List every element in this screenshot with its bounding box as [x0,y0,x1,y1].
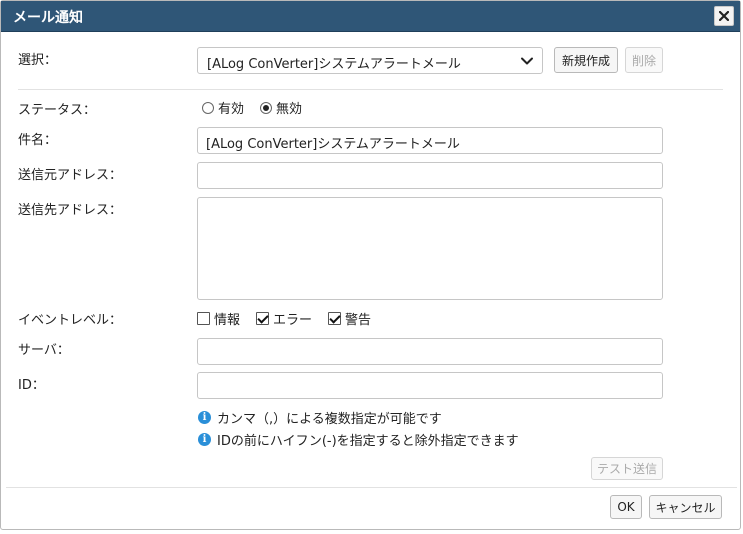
event-warning-checkbox[interactable] [328,312,342,325]
ok-button[interactable]: OK [610,495,642,519]
info-note-2-text: IDの前にハイフン(-)を指定すると除外指定できます [217,434,519,449]
delete-button[interactable]: 削除 [625,47,663,73]
id-input[interactable] [197,372,663,399]
to-address-label: 送信先アドレス： [18,203,123,218]
status-label: ステータス： [18,103,97,118]
info-icon: i [198,433,211,446]
close-icon [719,11,729,21]
event-level-checkbox-group: 情報 エラー 警告 [197,309,371,328]
template-select-value: [ALog ConVerter]システムアラートメール [207,57,461,72]
info-note-1-text: カンマ（,）による複数指定が可能です [217,412,442,427]
to-address-textarea[interactable] [197,197,663,300]
new-button[interactable]: 新規作成 [554,47,618,73]
footer-divider [6,487,737,488]
dialog-titlebar: メール通知 [1,1,740,32]
event-level-label: イベントレベル： [18,313,123,328]
template-select[interactable]: [ALog ConVerter]システムアラートメール [197,47,543,74]
cancel-button[interactable]: キャンセル [649,495,722,519]
subject-input[interactable]: [ALog ConVerter]システムアラートメール [197,127,663,154]
subject-label: 件名： [18,133,58,148]
status-enabled-radio[interactable] [202,101,214,114]
divider [18,89,723,90]
info-note-1: i カンマ（,）による複数指定が可能です [198,408,442,427]
event-info-checkbox[interactable] [197,312,210,325]
selection-label: 選択： [18,53,58,68]
event-error-checkbox[interactable] [256,312,270,325]
status-radio-group: 有効 無効 [202,98,302,117]
status-disabled-radio[interactable] [260,101,273,114]
mail-notification-dialog: メール通知 選択： [ALog ConVerter]システムアラートメール 新規… [0,0,741,530]
info-note-2: i IDの前にハイフン(-)を指定すると除外指定できます [198,430,519,449]
id-label: ID： [18,378,45,393]
dialog-title: メール通知 [13,10,83,26]
event-info-label: 情報 [214,313,241,328]
status-enabled-label: 有効 [218,102,245,117]
close-button[interactable] [714,6,734,26]
subject-value: [ALog ConVerter]システムアラートメール [206,137,460,152]
event-warning-label: 警告 [345,313,372,328]
from-address-label: 送信元アドレス： [18,168,123,183]
test-send-button[interactable]: テスト送信 [591,457,663,480]
from-address-input[interactable] [197,162,663,189]
server-label: サーバ： [18,343,70,358]
chevron-down-icon [521,57,533,65]
event-error-label: エラー [273,313,313,328]
server-input[interactable] [197,338,663,365]
status-disabled-label: 無効 [276,102,303,117]
info-icon: i [198,411,211,424]
